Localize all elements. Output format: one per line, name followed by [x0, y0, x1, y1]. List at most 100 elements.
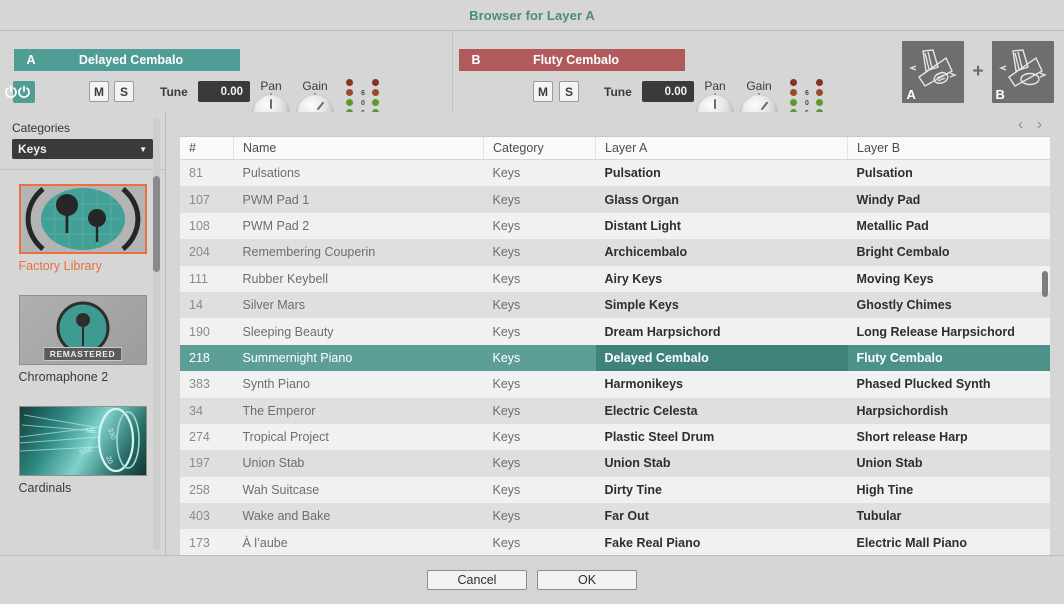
layer-a-preset-bar[interactable]: A Delayed Cembalo — [14, 49, 240, 71]
layer-b-preset-name: Fluty Cembalo — [532, 53, 620, 67]
bank-thumbnail: NE SSE 330 20 — [18, 406, 147, 476]
meter-tick — [799, 79, 815, 89]
layer-b-preset-bar[interactable]: B Fluty Cembalo — [459, 49, 685, 71]
preset-table: # Name Category Layer A Layer B 81 Pulsa… — [180, 137, 1050, 556]
bank-label: Chromaphone 2 — [18, 370, 109, 384]
column-header-layer-a[interactable]: Layer A — [595, 137, 848, 160]
table-header-row: # Name Category Layer A Layer B — [180, 137, 1050, 160]
table-row[interactable]: 108 PWM Pad 2 Keys Distant Light Metalli… — [180, 212, 1050, 240]
column-header-number[interactable]: # — [180, 137, 234, 160]
layer-a-mute-button[interactable]: M — [89, 81, 109, 102]
table-row[interactable]: 274 Tropical Project Keys Plastic Steel … — [180, 423, 1050, 451]
layer-a-panel: A Delayed Cembalo M S Tune 0.00 Pan Gain — [0, 31, 452, 137]
preset-table-panel: ‹ › # Name Category Layer A Layer B 81 P… — [166, 112, 1064, 556]
window-titlebar: Browser for Layer A — [0, 0, 1064, 31]
chevron-left-icon[interactable]: ‹ — [1018, 117, 1023, 132]
cell-layer-a: Dirty Tine — [595, 476, 848, 504]
layer-b-solo-button[interactable]: S — [559, 81, 579, 102]
bank-list[interactable]: Factory Library REMASTERED Chromaphone 2 — [0, 170, 165, 556]
cell-category: Keys — [483, 423, 596, 451]
table-row[interactable]: 190 Sleeping Beauty Keys Dream Harpsicho… — [180, 318, 1050, 345]
cell-name: Pulsations — [233, 159, 484, 187]
table-row[interactable]: 107 PWM Pad 1 Keys Glass Organ Windy Pad — [180, 186, 1050, 213]
layer-strip: A Delayed Cembalo M S Tune 0.00 Pan Gain — [0, 31, 1064, 137]
bank-item-cardinals[interactable]: NE SSE 330 20 Cardinals — [18, 406, 147, 495]
cell-number: 218 — [180, 344, 234, 372]
sidebar-scrollbar-thumb[interactable] — [153, 176, 160, 272]
meter-tick: 6 — [805, 90, 809, 97]
cell-layer-b: Short release Harp — [847, 423, 1050, 451]
table-scrollbar-thumb[interactable] — [1042, 271, 1048, 297]
bank-thumbnail: REMASTERED — [18, 295, 147, 365]
table-row-selected[interactable]: 218 Summernight Piano Keys Delayed Cemba… — [180, 344, 1050, 372]
category-dropdown[interactable]: Keys ▼ — [12, 139, 153, 159]
layer-b-gain-pointer — [760, 101, 769, 111]
cell-layer-a: Far Out — [595, 503, 848, 530]
table-row[interactable]: 34 The Emperor Keys Electric Celesta Har… — [180, 397, 1050, 424]
cell-layer-b: Pulsation — [847, 159, 1050, 187]
cell-layer-a: Airy Keys — [595, 265, 848, 292]
column-header-name[interactable]: Name — [233, 137, 484, 160]
cell-layer-a: Plastic Steel Drum — [595, 423, 848, 451]
layer-b-pan-pointer — [714, 99, 716, 109]
module-a-button[interactable]: A — [902, 40, 965, 103]
cell-name: The Emperor — [233, 397, 484, 424]
cell-layer-b: Union Stab — [847, 450, 1050, 477]
table-row[interactable]: 111 Rubber Keybell Keys Airy Keys Moving… — [180, 265, 1050, 292]
ok-button[interactable]: OK — [537, 570, 637, 590]
cell-name: Synth Piano — [233, 371, 484, 398]
table-scrollbar-track[interactable] — [1041, 159, 1049, 556]
table-row[interactable]: 204 Remembering Couperin Keys Archicemba… — [180, 239, 1050, 266]
cell-category: Keys — [483, 397, 596, 424]
layer-b-power-button[interactable] — [0, 81, 22, 103]
cell-number: 81 — [180, 159, 234, 187]
layer-a-gain-pointer — [316, 101, 325, 111]
table-row[interactable]: 173 À l’aube Keys Fake Real Piano Electr… — [180, 529, 1050, 556]
module-b-button[interactable]: B — [991, 40, 1054, 103]
cell-number: 107 — [180, 186, 234, 213]
sidebar-scrollbar-track[interactable] — [153, 118, 160, 550]
cell-name: Summernight Piano — [233, 344, 484, 372]
bank-label: Factory Library — [18, 259, 102, 273]
bank-item-factory-library[interactable]: Factory Library — [18, 184, 147, 273]
cell-number: 383 — [180, 371, 234, 398]
table-row[interactable]: 383 Synth Piano Keys Harmonikeys Phased … — [180, 371, 1050, 398]
page-title: Browser for Layer A — [469, 7, 595, 23]
table-row[interactable]: 81 Pulsations Keys Pulsation Pulsation — [180, 159, 1050, 187]
bank-item-chromaphone-2[interactable]: REMASTERED Chromaphone 2 — [18, 295, 147, 384]
cell-category: Keys — [483, 239, 596, 266]
cancel-button[interactable]: Cancel — [427, 570, 527, 590]
layer-a-tune-value[interactable]: 0.00 — [198, 81, 250, 102]
cell-layer-a: Harmonikeys — [595, 371, 848, 398]
cell-layer-a: Electric Celesta — [595, 397, 848, 424]
module-a-label: A — [906, 86, 916, 102]
cell-category: Keys — [483, 529, 596, 556]
cell-number: 274 — [180, 423, 234, 451]
cell-name: À l’aube — [233, 529, 484, 556]
table-row[interactable]: 14 Silver Mars Keys Simple Keys Ghostly … — [180, 291, 1050, 319]
bank-label: Cardinals — [18, 481, 72, 495]
cell-layer-b: Bright Cembalo — [847, 239, 1050, 266]
cell-number: 258 — [180, 476, 234, 504]
cell-number: 204 — [180, 239, 234, 266]
pager: ‹ › — [166, 112, 1064, 136]
column-header-layer-b[interactable]: Layer B — [847, 137, 1050, 160]
category-selected-value: Keys — [18, 142, 47, 156]
layer-b-mute-button[interactable]: M — [533, 81, 553, 102]
column-header-category[interactable]: Category — [483, 137, 596, 160]
chevron-down-icon: ▼ — [139, 144, 147, 154]
table-row[interactable]: 403 Wake and Bake Keys Far Out Tubular — [180, 503, 1050, 530]
cell-layer-a: Delayed Cembalo — [595, 344, 848, 372]
table-row[interactable]: 197 Union Stab Keys Union Stab Union Sta… — [180, 450, 1050, 477]
layer-b-tune-value[interactable]: 0.00 — [642, 81, 694, 102]
cell-layer-b: Long Release Harpsichord — [847, 318, 1050, 345]
layer-a-pan-label: Pan — [260, 79, 282, 93]
cell-number: 108 — [180, 212, 234, 240]
cell-layer-a: Distant Light — [595, 212, 848, 240]
chevron-right-icon[interactable]: › — [1037, 117, 1042, 132]
layer-a-solo-button[interactable]: S — [114, 81, 134, 102]
cell-number: 111 — [180, 265, 234, 292]
cell-number: 403 — [180, 503, 234, 530]
cell-category: Keys — [483, 371, 596, 398]
table-row[interactable]: 258 Wah Suitcase Keys Dirty Tine High Ti… — [180, 476, 1050, 504]
